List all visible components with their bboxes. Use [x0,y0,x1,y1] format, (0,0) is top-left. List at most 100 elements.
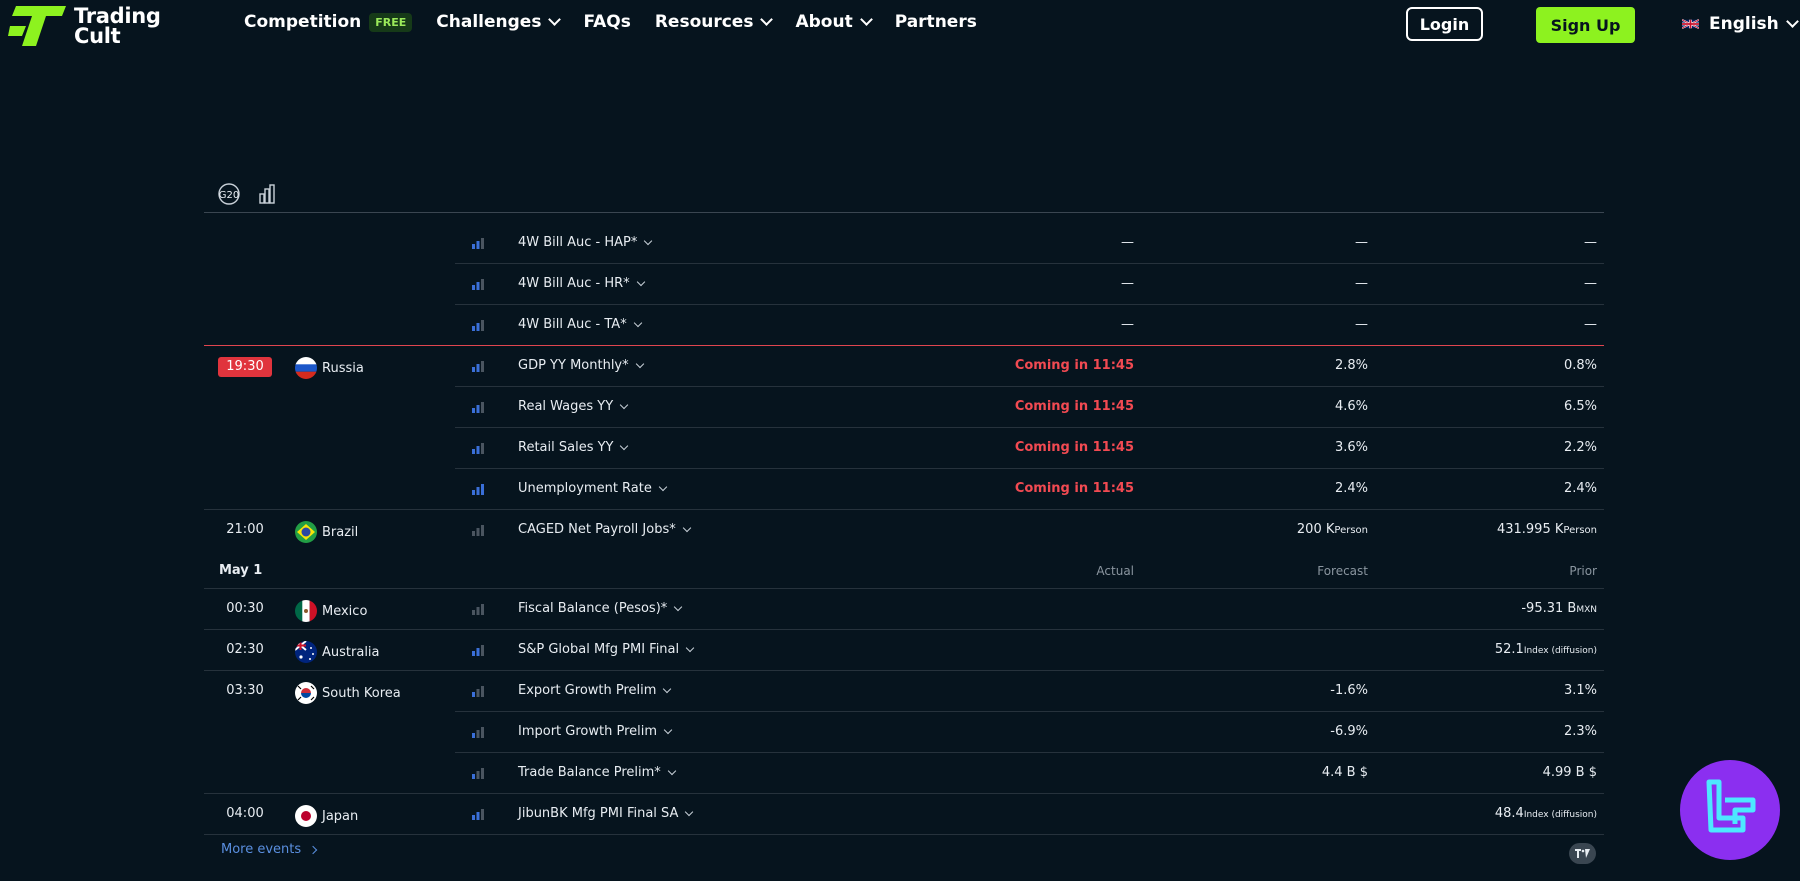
forecast-value: 4.4 B $ [1321,765,1368,780]
event-name[interactable]: 4W Bill Auc - HR* [518,276,645,291]
prior-value: 52.1Index (diffusion) [1495,642,1597,657]
logo-text-line2: Cult [74,24,121,48]
table-row[interactable]: 21:00 Brazil CAGED Net Payroll Jobs* 200… [204,510,1604,551]
logo[interactable]: Trading Cult [8,4,161,48]
event-label: Export Growth Prelim [518,683,657,698]
event-time: 04:00 [226,806,264,821]
forecast-value: — [1355,235,1368,250]
country: Mexico [295,600,367,622]
south-korea-flag-icon [295,682,317,704]
event-name[interactable]: Real Wages YY [518,399,629,414]
nav-partners[interactable]: Partners [895,12,977,32]
importance-bars-icon [472,768,484,779]
table-row[interactable]: 00:30 Mexico Fiscal Balance (Pesos)* -95… [204,589,1604,630]
prior-value: 3.1% [1563,683,1597,698]
nav-challenges[interactable]: Challenges [436,12,562,32]
event-name[interactable]: 4W Bill Auc - HAP* [518,235,653,250]
chevron-down-icon [620,441,629,450]
table-row[interactable]: Trade Balance Prelim* 4.4 B $ 4.99 B $ [204,753,1604,794]
more-events-link[interactable]: More events [221,842,318,857]
event-label: Fiscal Balance (Pesos)* [518,601,668,616]
event-name[interactable]: 4W Bill Auc - TA* [518,317,642,332]
importance-bars-icon [472,402,484,413]
login-button[interactable]: Login [1406,7,1483,41]
language-selector[interactable]: English [1682,14,1799,34]
table-row[interactable]: Unemployment Rate Coming in 11:45 2.4% 2… [204,469,1604,510]
nav-faqs-label: FAQs [583,12,631,32]
event-name[interactable]: GDP YY Monthly* [518,358,644,373]
nav-about[interactable]: About [795,12,873,32]
table-row[interactable]: Import Growth Prelim -6.9% 2.3% [204,712,1604,753]
event-name[interactable]: CAGED Net Payroll Jobs* [518,522,691,537]
event-name[interactable]: Unemployment Rate [518,481,668,496]
event-name[interactable]: Retail Sales YY [518,440,629,455]
actual-countdown: Coming in 11:45 [1014,440,1134,455]
event-label: S&P Global Mfg PMI Final [518,642,680,657]
chevron-down-icon [859,13,873,26]
nav-faqs[interactable]: FAQs [583,12,630,32]
event-name[interactable]: JibunBK Mfg PMI Final SA [518,806,694,821]
event-name[interactable]: Import Growth Prelim [518,724,673,739]
japan-flag-icon [295,805,317,827]
event-label: Retail Sales YY [518,440,614,455]
event-name[interactable]: Fiscal Balance (Pesos)* [518,601,683,616]
table-row[interactable]: 4W Bill Auc - HAP* — — — [204,223,1604,264]
table-row[interactable]: Real Wages YY Coming in 11:45 4.6% 6.5% [204,387,1604,428]
event-name[interactable]: Export Growth Prelim [518,683,672,698]
country: Australia [295,641,380,663]
event-label: 4W Bill Auc - HAP* [518,235,638,250]
chevron-down-icon [682,523,691,532]
date-label: May 1 [219,563,263,578]
event-label: GDP YY Monthly* [518,358,629,373]
nav-competition[interactable]: Competition FREE [244,12,413,32]
table-row[interactable]: 03:30 South Korea Export Growth Prelim -… [204,671,1604,712]
chevron-down-icon [619,400,629,409]
actual-countdown: Coming in 11:45 [1014,399,1134,414]
tradingview-logo-icon[interactable] [1569,843,1596,864]
trading-cult-widget-button[interactable] [1680,760,1780,860]
mexico-flag-icon [295,600,317,622]
actual-value: — [1121,276,1134,291]
prior-value: 0.8% [1563,358,1597,373]
prior-value: 2.4% [1563,481,1597,496]
importance-bars-icon [472,686,484,697]
prior-unit: Index (diffusion) [1523,810,1597,820]
prior-value: 4.99 B $ [1542,765,1597,780]
event-name[interactable]: Trade Balance Prelim* [518,765,677,780]
nav-resources[interactable]: Resources [655,12,774,32]
forecast-value: — [1355,317,1368,332]
russia-flag-icon [295,357,317,379]
chevron-down-icon [658,482,668,491]
country-label: South Korea [322,685,401,701]
signup-button[interactable]: Sign Up [1536,7,1635,43]
prior-number: -95.31 B [1521,601,1577,616]
forecast-value: 3.6% [1334,440,1368,455]
country-label: Japan [322,808,359,824]
event-name[interactable]: S&P Global Mfg PMI Final [518,642,695,657]
forecast-value: -1.6% [1330,683,1368,698]
table-row[interactable]: 19:30 Russia GDP YY Monthly* Coming in 1… [204,346,1604,387]
tc-logo-icon [1706,779,1756,833]
date-header-row: May 1 Actual Forecast Prior [204,551,1604,589]
table-row[interactable]: 04:00 Japan JibunBK Mfg PMI Final SA 48.… [204,794,1604,835]
table-row[interactable]: 4W Bill Auc - TA* — — — [204,305,1604,346]
table-row[interactable]: 02:30 Australia S&P Global Mfg PMI Final… [204,630,1604,671]
importance-bars-icon [472,443,484,454]
g20-icon[interactable]: G20 [216,182,242,206]
forecast-value: 200 KPerson [1297,522,1368,537]
importance-bars-icon [472,484,484,495]
bar-chart-icon[interactable] [254,182,280,206]
table-row[interactable]: Retail Sales YY Coming in 11:45 3.6% 2.2… [204,428,1604,469]
chevron-down-icon [685,643,695,652]
table-row[interactable]: 4W Bill Auc - HR* — — — [204,264,1604,305]
chevron-right-icon [308,845,318,854]
event-time: 00:30 [226,601,264,616]
country: Russia [295,357,364,379]
forecast-value: 2.8% [1334,358,1368,373]
forecast-value: — [1355,276,1368,291]
chevron-down-icon [635,359,644,368]
logo-text-line1: Trading [74,4,161,28]
economic-calendar-table: 4W Bill Auc - HAP* — — — 4W Bill Auc - H… [204,223,1604,835]
event-time: 03:30 [226,683,264,698]
event-time-live: 19:30 [218,357,272,377]
